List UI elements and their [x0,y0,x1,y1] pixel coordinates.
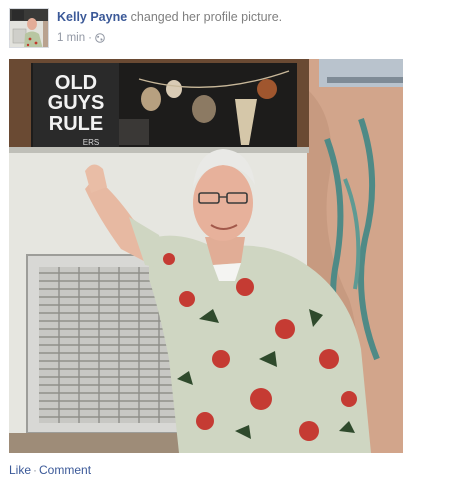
sign-text-line-2: GUYS [48,92,105,114]
sign-text-line-1: OLD [55,72,97,94]
story-title: Kelly Payne changed her profile picture. [57,9,449,26]
avatar-image [10,9,48,47]
action-separator: · [33,463,38,477]
story-meta: Kelly Payne changed her profile picture.… [57,9,449,45]
sign-text-line-3: RULE [49,113,103,135]
story-subtitle: 1 min · [57,31,449,45]
story-actions: Like · Comment [9,462,91,478]
profile-photo[interactable]: OLD GUYS RULE ERS [9,59,403,453]
comment-link[interactable]: Comment [39,463,91,477]
globe-icon[interactable] [95,33,105,43]
story-action-text: changed her profile picture. [127,10,283,24]
profile-picture-thumbnail[interactable] [9,8,49,48]
feed-story: Kelly Payne changed her profile picture.… [0,0,467,483]
sign-subtext: ERS [83,138,99,147]
time-separator: · [88,32,92,44]
like-link[interactable]: Like [9,463,31,477]
author-name-link[interactable]: Kelly Payne [57,10,127,24]
timestamp-link[interactable]: 1 min [57,31,85,45]
photo-image: OLD GUYS RULE ERS [9,59,403,453]
story-header: Kelly Payne changed her profile picture.… [9,8,449,48]
